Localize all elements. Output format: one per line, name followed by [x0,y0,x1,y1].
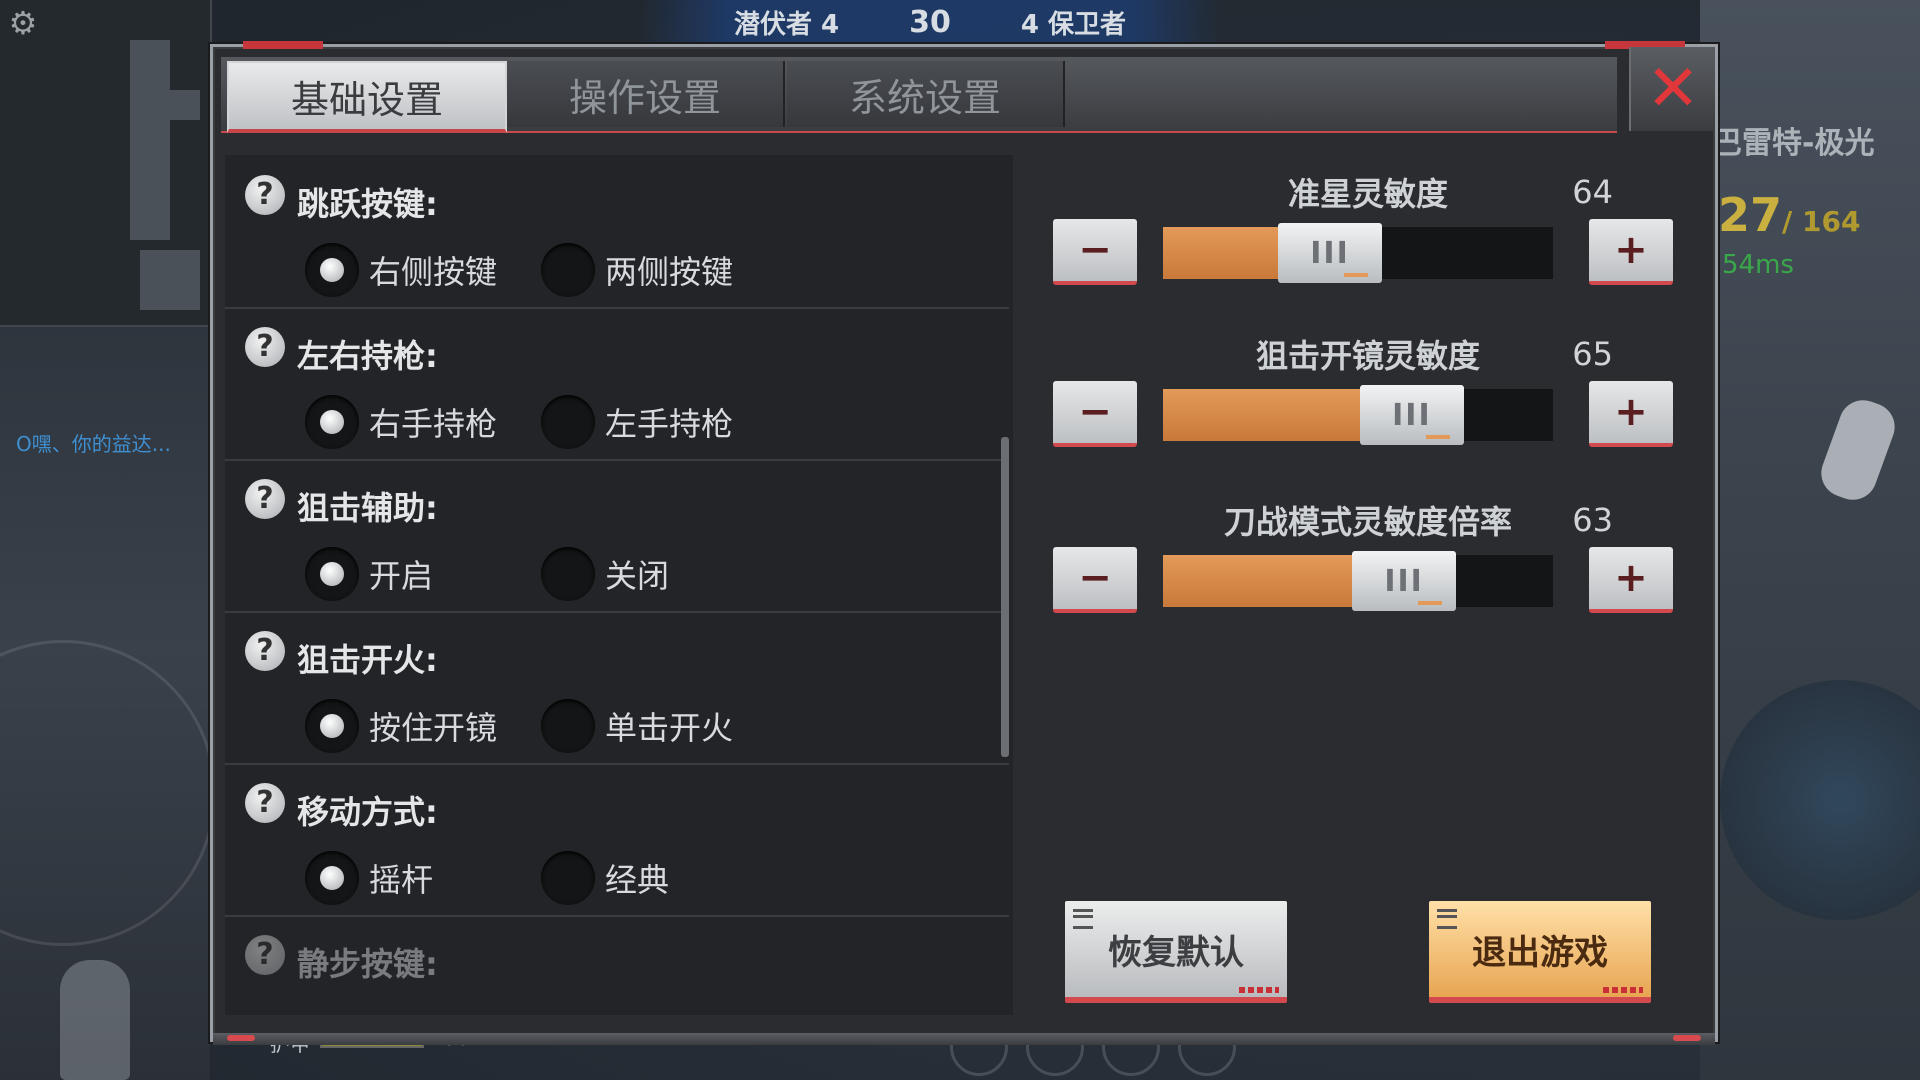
slider-value: 65 [1572,335,1613,373]
slider-track[interactable]: III [1163,551,1553,611]
slider-thumb[interactable]: III [1352,551,1457,611]
option-sniper-fire: ? 狙击开火: 按住开镜 单击开火 [225,611,1009,765]
option-title: 狙击辅助: [297,489,438,527]
close-icon: ✕ [1646,52,1700,126]
slider-sniper-scope-sensitivity: 狙击开镜灵敏度 65 − III + [1043,335,1693,469]
increase-button[interactable]: + [1589,381,1673,447]
radio-tap-fire[interactable] [541,699,595,753]
settings-tab-bar: 基础设置 操作设置 系统设置 [221,57,1617,133]
team-left-name: 潜伏者 [733,9,812,40]
close-button[interactable]: ✕ [1629,47,1715,131]
option-title: 跳跃按键: [297,185,438,223]
ammo-current: 27 [1718,188,1783,242]
team-right-name: 保卫者 [1048,9,1127,40]
increase-button[interactable]: + [1589,219,1673,285]
options-list[interactable]: ? 跳跃按键: 右侧按键 两侧按键 ? 左右持枪: 右手持枪 左手持枪 ? 狙击… [225,155,1013,1015]
help-icon[interactable]: ? [245,175,285,215]
team-left-score: 4 [821,9,840,40]
tab-basic-settings[interactable]: 基础设置 [227,61,507,133]
led-indicator [1603,987,1643,993]
restore-default-label: 恢复默认 [1108,932,1244,973]
decrease-button[interactable]: − [1053,547,1137,613]
radio-label: 经典 [605,861,670,899]
radio-label: 左手持枪 [605,405,734,443]
radio-classic[interactable] [541,851,595,905]
weapon-name: 巴雷特-极光 [1712,126,1875,161]
option-title: 左右持枪: [297,337,438,375]
radio-hold-scope[interactable] [305,699,359,753]
increase-button[interactable]: + [1589,547,1673,613]
radio-right-hand[interactable] [305,395,359,449]
crouch-button-icon[interactable] [60,960,130,1080]
slider-fill [1163,389,1362,441]
slider-fill [1163,227,1280,279]
ping-readout: 54ms [1722,250,1794,280]
ammo-counter: 27/ 164 [1718,188,1860,242]
ammo-total: / 164 [1782,205,1861,238]
game-scene-right [1700,0,1920,1080]
radio-right-key[interactable] [305,243,359,297]
radio-left-hand[interactable] [541,395,595,449]
decrease-button[interactable]: − [1053,381,1137,447]
exit-game-button[interactable]: 退出游戏 [1429,901,1651,1003]
radio-label: 关闭 [605,557,670,595]
radio-label: 按住开镜 [369,709,498,747]
option-move-mode: ? 移动方式: 摇杆 经典 [225,763,1009,917]
options-scrollbar[interactable] [1001,437,1009,757]
radio-label: 右手持枪 [369,405,498,443]
chat-message: O嘿、你的益达... [16,432,171,456]
option-quiet-step: ? 静步按键: [225,915,1009,1015]
restore-default-button[interactable]: 恢复默认 [1065,901,1287,1003]
option-sniper-assist: ? 狙击辅助: 开启 关闭 [225,459,1009,613]
option-title: 狙击开火: [297,641,438,679]
option-title: 静步按键: [297,945,438,983]
radio-label: 摇杆 [369,861,434,899]
tab-system-settings[interactable]: 系统设置 [787,61,1065,127]
minimap[interactable] [0,0,212,327]
slider-fill [1163,555,1355,607]
radio-label: 右侧按键 [369,253,498,291]
frame-decoration [243,41,323,49]
radio-joystick[interactable] [305,851,359,905]
led-indicator [1239,987,1279,993]
gear-icon[interactable]: ⚙ [6,6,40,40]
frame-decoration [213,1033,1715,1045]
slider-track[interactable]: III [1163,223,1553,283]
option-jump-key: ? 跳跃按键: 右侧按键 两侧按键 [225,155,1009,309]
option-title: 移动方式: [297,793,438,831]
decrease-button[interactable]: − [1053,219,1137,285]
radio-label: 两侧按键 [605,253,734,291]
round-timer: 30 [909,4,951,40]
option-weapon-hand: ? 左右持枪: 右手持枪 左手持枪 [225,307,1009,461]
tab-control-settings[interactable]: 操作设置 [507,61,785,127]
menu-icon [1073,909,1093,929]
radio-assist-on[interactable] [305,547,359,601]
radio-both-keys[interactable] [541,243,595,297]
help-icon[interactable]: ? [245,327,285,367]
slider-knife-mode-sensitivity: 刀战模式灵敏度倍率 63 − III + [1043,501,1693,635]
radio-label: 开启 [369,557,434,595]
radio-assist-off[interactable] [541,547,595,601]
menu-icon [1437,909,1457,929]
slider-value: 64 [1572,173,1613,211]
help-icon[interactable]: ? [245,935,285,975]
slider-track[interactable]: III [1163,385,1553,445]
help-icon[interactable]: ? [245,479,285,519]
exit-game-label: 退出游戏 [1472,932,1608,973]
radio-label: 单击开火 [605,709,734,747]
settings-dialog: 基础设置 操作设置 系统设置 ✕ ? 跳跃按键: 右侧按键 两侧按键 ? 左右持… [210,41,1718,1045]
team-right-score: 4 [1020,9,1039,40]
help-icon[interactable]: ? [245,783,285,823]
slider-value: 63 [1572,501,1613,539]
slider-thumb[interactable]: III [1278,223,1382,283]
scoreboard: 潜伏者 4 30 4 保卫者 [640,0,1220,44]
help-icon[interactable]: ? [245,631,285,671]
slider-thumb[interactable]: III [1359,385,1464,445]
slider-crosshair-sensitivity: 准星灵敏度 64 − III + [1043,173,1693,307]
